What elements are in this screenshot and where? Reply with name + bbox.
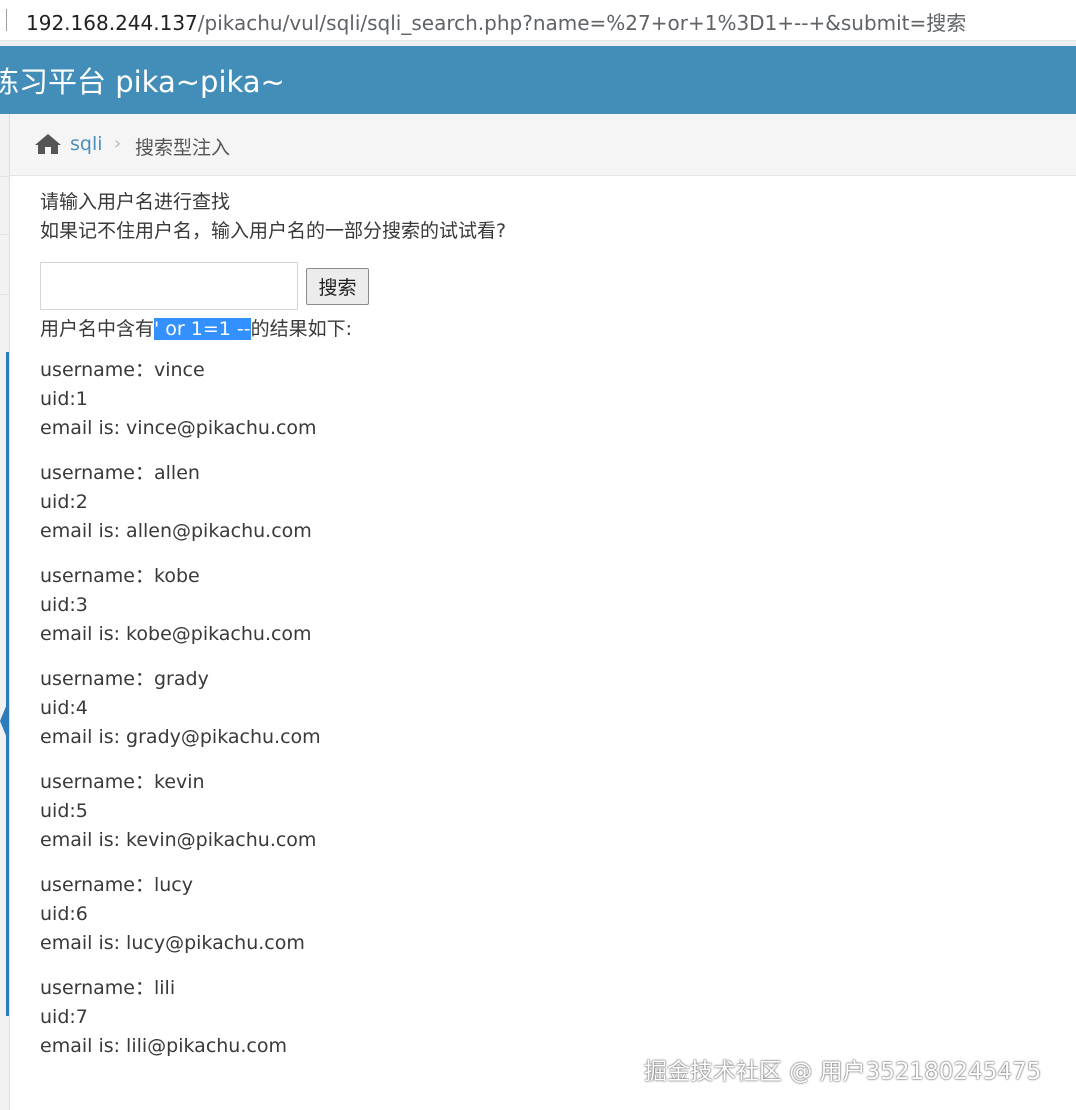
record-uid: uid:3 <box>40 594 88 616</box>
sidebar-divider <box>0 176 9 177</box>
list-item: username：kevin uid:5 email is: kevin@pik… <box>40 768 321 855</box>
record-uid: uid:1 <box>40 388 88 410</box>
record-username: username：vince <box>40 359 205 381</box>
record-email: email is: lucy@pikachu.com <box>40 932 305 954</box>
address-bar-divider <box>6 9 7 31</box>
main-content: 请输入用户名进行查找 如果记不住用户名，输入用户名的一部分搜索的试试看? 搜索 … <box>40 188 1040 1057</box>
sidebar-active-indicator <box>6 352 9 1016</box>
breadcrumb-link-sqli[interactable]: sqli <box>70 133 103 155</box>
list-item: username：lili uid:7 email is: lili@pikac… <box>40 974 321 1061</box>
record-username: username：lucy <box>40 874 194 896</box>
search-hint-2: 如果记不住用户名，输入用户名的一部分搜索的试试看? <box>40 220 507 242</box>
result-suffix: 的结果如下: <box>250 318 353 340</box>
result-list: username：vince uid:1 email is: vince@pik… <box>40 356 321 1077</box>
breadcrumb-current: 搜索型注入 <box>135 137 231 159</box>
result-query-highlight: ' or 1=1 -- <box>154 318 251 340</box>
record-email: email is: vince@pikachu.com <box>40 417 317 439</box>
record-username: username：kobe <box>40 565 200 587</box>
sidebar-divider <box>0 234 9 235</box>
url-host: 192.168.244.137 <box>26 11 198 35</box>
sidebar <box>0 114 10 1110</box>
record-email: email is: grady@pikachu.com <box>40 726 321 748</box>
breadcrumb: sqli › 搜索型注入 <box>10 114 1076 176</box>
address-bar[interactable]: 192.168.244.137/pikachu/vul/sqli/sqli_se… <box>0 0 1076 41</box>
record-email: email is: kevin@pikachu.com <box>40 829 317 851</box>
record-uid: uid:7 <box>40 1006 88 1028</box>
record-uid: uid:4 <box>40 697 88 719</box>
record-username: username：lili <box>40 977 176 999</box>
home-icon[interactable] <box>34 132 62 156</box>
record-username: username：grady <box>40 668 209 690</box>
address-url[interactable]: 192.168.244.137/pikachu/vul/sqli/sqli_se… <box>26 7 966 36</box>
record-username: username：kevin <box>40 771 205 793</box>
result-summary: 用户名中含有' or 1=1 --的结果如下: <box>40 314 352 341</box>
record-email: email is: lili@pikachu.com <box>40 1035 287 1057</box>
url-path: /pikachu/vul/sqli/sqli_search.php?name=%… <box>197 11 967 35</box>
result-prefix: 用户名中含有 <box>40 318 155 340</box>
record-uid: uid:5 <box>40 800 88 822</box>
site-header: 练习平台 pika~pika~ <box>0 46 1076 114</box>
record-email: email is: kobe@pikachu.com <box>40 623 312 645</box>
list-item: username：kobe uid:3 email is: kobe@pikac… <box>40 562 321 649</box>
search-hint-1: 请输入用户名进行查找 <box>40 191 231 213</box>
list-item: username：grady uid:4 email is: grady@pik… <box>40 665 321 752</box>
list-item: username：vince uid:1 email is: vince@pik… <box>40 356 321 443</box>
record-uid: uid:6 <box>40 903 88 925</box>
list-item: username：lucy uid:6 email is: lucy@pikac… <box>40 871 321 958</box>
record-uid: uid:2 <box>40 491 88 513</box>
site-title[interactable]: 练习平台 pika~pika~ <box>0 59 285 101</box>
search-button[interactable]: 搜索 <box>306 268 369 305</box>
record-username: username：allen <box>40 462 200 484</box>
list-item: username：allen uid:2 email is: allen@pik… <box>40 459 321 546</box>
watermark: 掘金技术社区 @ 用户352180245475 <box>644 1059 1042 1085</box>
chevron-right-icon: › <box>114 133 122 154</box>
sidebar-divider <box>0 294 9 295</box>
sidebar-active-arrow-icon <box>0 699 9 743</box>
search-input[interactable] <box>40 262 298 310</box>
record-email: email is: allen@pikachu.com <box>40 520 312 542</box>
